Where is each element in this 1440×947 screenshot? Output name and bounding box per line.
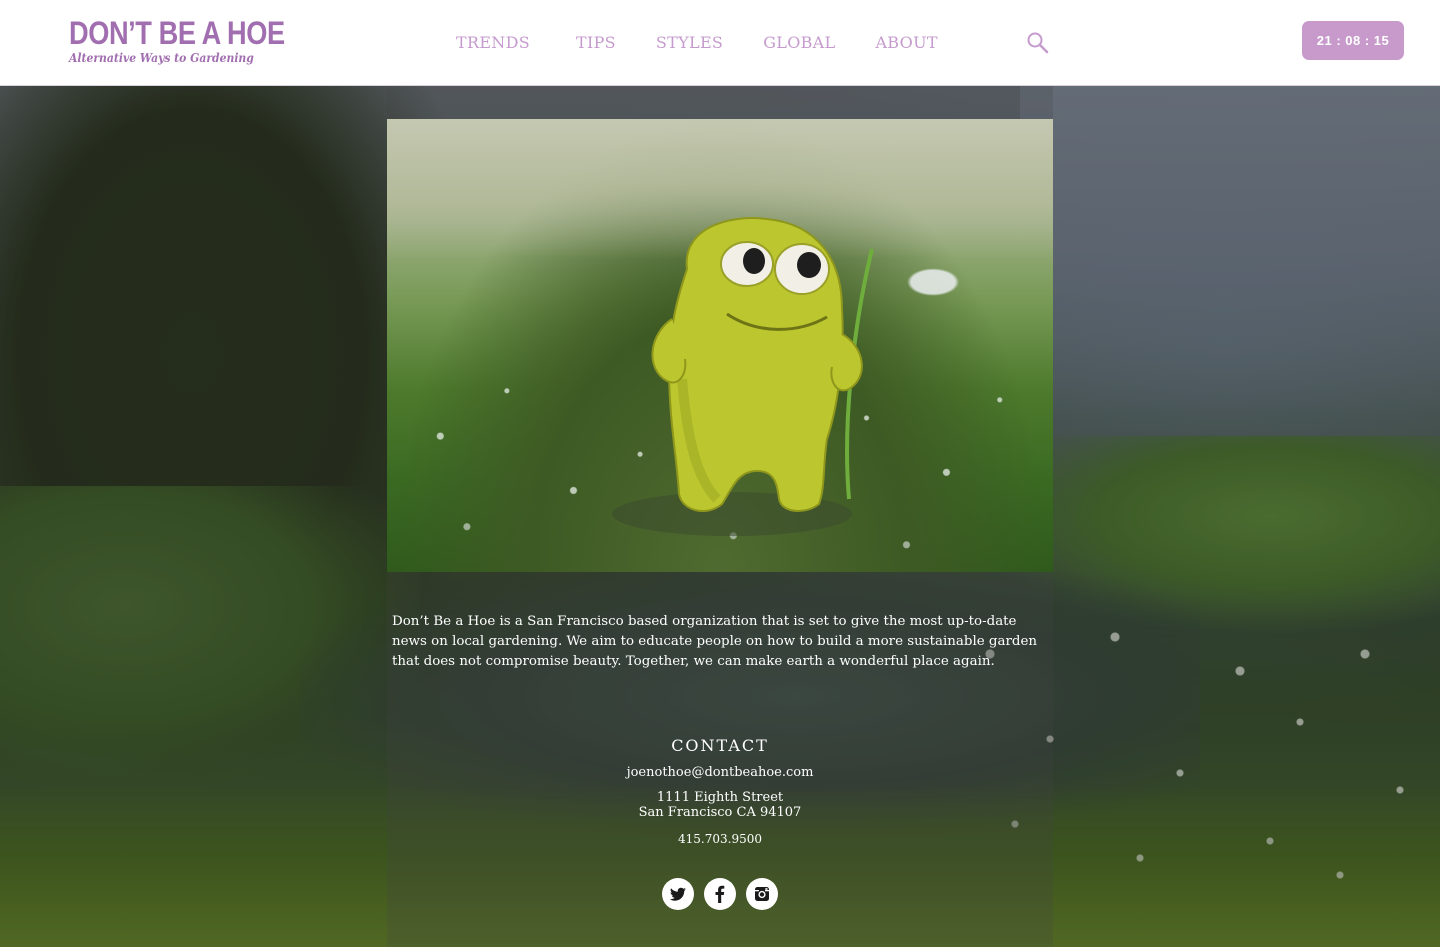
nav-item-tips[interactable]: TIPS xyxy=(576,33,616,52)
contact-address: 1111 Eighth Street San Francisco CA 9410… xyxy=(387,790,1053,820)
hero-image xyxy=(387,119,1053,572)
nav-item-styles[interactable]: STYLES xyxy=(656,33,723,52)
site-header: DON’T BE A HOE Alternative Ways to Garde… xyxy=(0,0,1440,86)
logo-title: DON’T BE A HOE xyxy=(69,15,285,51)
social-links xyxy=(662,878,782,910)
logo-tagline: Alternative Ways to Gardening xyxy=(69,51,254,65)
contact-email-link[interactable]: joenothoe@dontbeahoe.com xyxy=(387,765,1053,780)
instagram-icon[interactable] xyxy=(746,878,778,910)
clay-monster-figure xyxy=(612,217,874,536)
contact-phone: 415.703.9500 xyxy=(678,832,762,846)
contact-address-line2: San Francisco CA 94107 xyxy=(638,805,802,820)
clock-badge: 21 : 08 : 15 xyxy=(1302,21,1404,60)
main-nav: TRENDS TIPS STYLES GLOBAL ABOUT xyxy=(456,33,978,52)
nav-item-trends[interactable]: TRENDS xyxy=(456,33,552,52)
search-icon[interactable] xyxy=(1026,31,1050,55)
site-logo[interactable]: DON’T BE A HOE Alternative Ways to Garde… xyxy=(69,15,285,65)
contact-section: CONTACT joenothoe@dontbeahoe.com 1111 Ei… xyxy=(387,736,1053,846)
nav-item-global[interactable]: GLOBAL xyxy=(763,33,835,52)
contact-title: CONTACT xyxy=(671,736,769,755)
contact-address-line1: 1111 Eighth Street xyxy=(656,790,784,805)
twitter-icon[interactable] xyxy=(662,878,694,910)
about-paragraph: Don’t Be a Hoe is a San Francisco based … xyxy=(392,614,1037,669)
facebook-icon[interactable] xyxy=(704,878,736,910)
nav-item-about[interactable]: ABOUT xyxy=(875,33,937,52)
